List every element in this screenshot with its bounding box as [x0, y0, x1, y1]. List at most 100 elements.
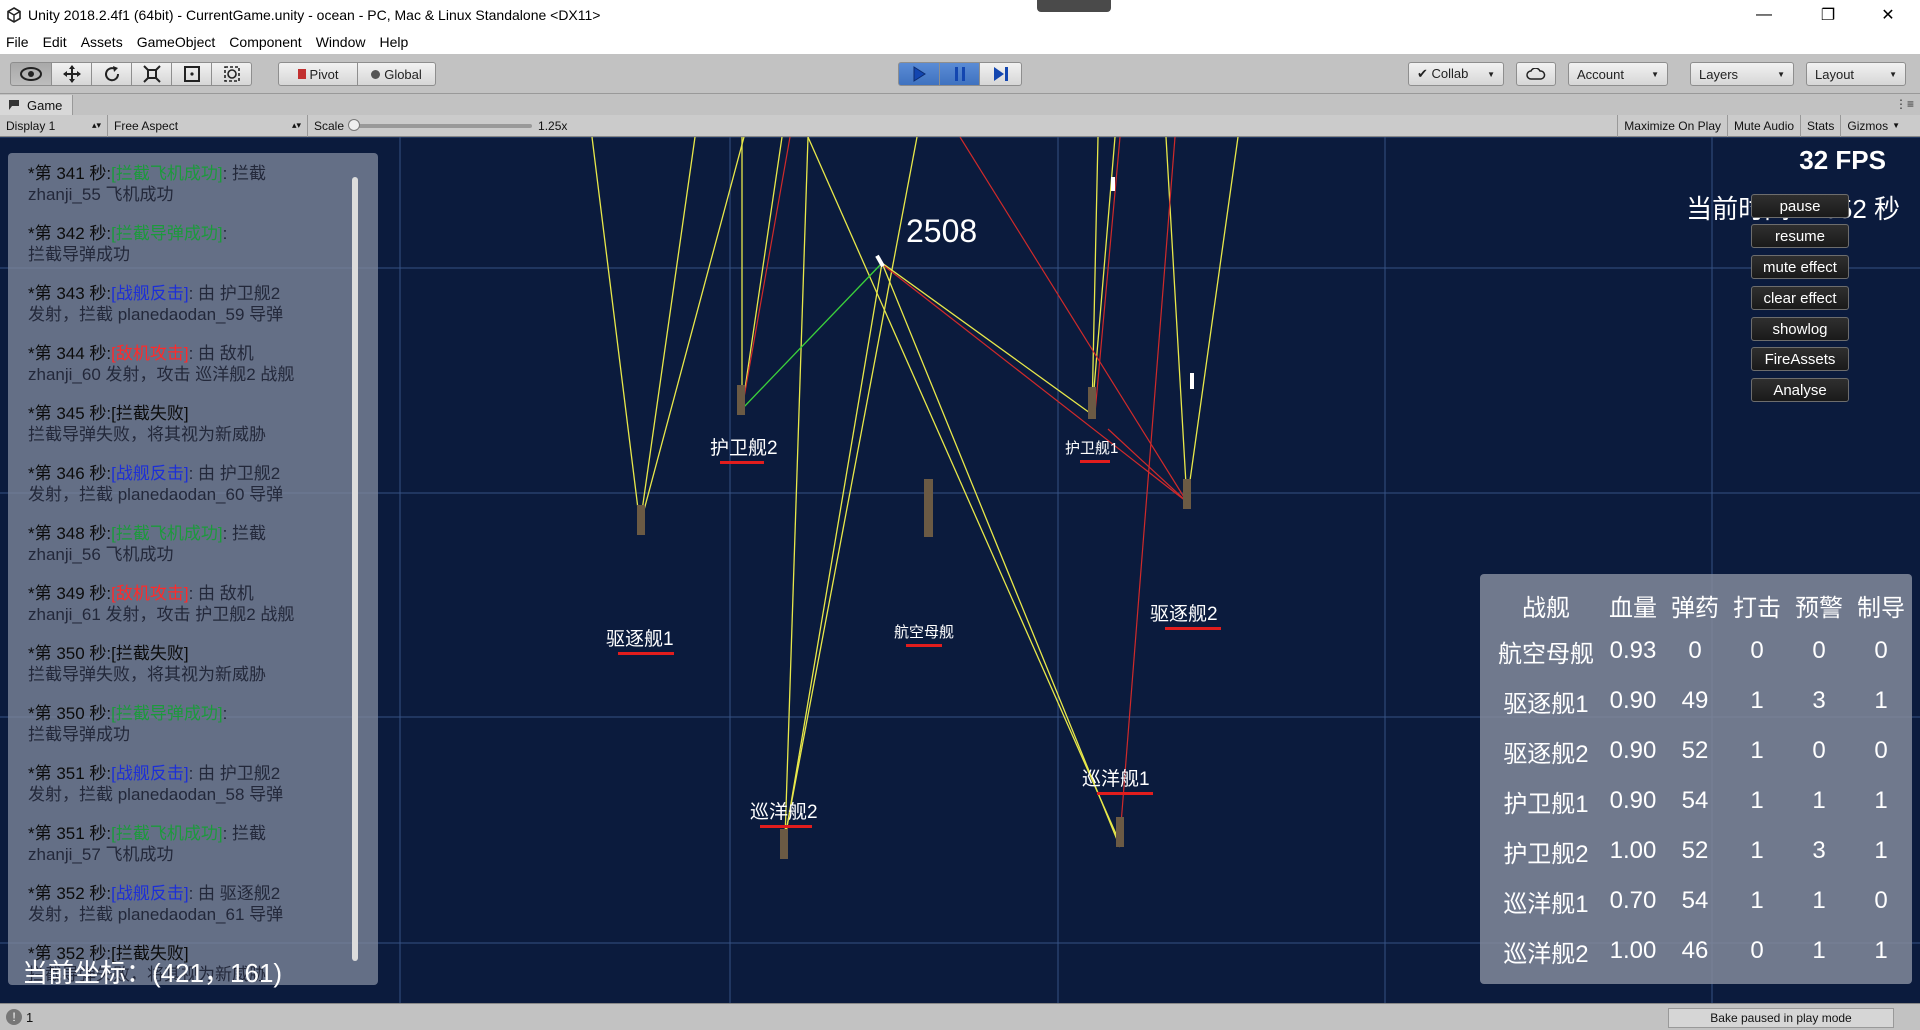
aspect-dropdown[interactable]: Free Aspect ▴▾	[108, 114, 308, 137]
log-entry: *第 350 秒:[拦截失败] 拦截导弹失败，将其视为新威胁	[28, 643, 358, 685]
fireassets-button[interactable]: FireAssets	[1751, 347, 1849, 371]
scale-slider[interactable]	[348, 118, 533, 131]
mute-audio-toggle[interactable]: Mute Audio	[1728, 114, 1802, 137]
stats-toggle[interactable]: Stats	[1801, 114, 1842, 137]
destroyer1-health-bar	[618, 652, 674, 655]
maximize-on-play-toggle[interactable]: Maximize On Play	[1617, 114, 1728, 137]
log-text: : 拦截	[222, 524, 267, 543]
fps-readout: 32 FPS	[1799, 145, 1886, 175]
ship-label-cruiser1: 巡洋舰1	[1082, 769, 1150, 790]
log-entry: *第 348 秒:[拦截飞机成功]: 拦截 zhanji_56 飞机成功	[28, 523, 358, 565]
display-label: Display 1	[6, 118, 56, 133]
log-time: *第 342 秒:	[28, 224, 112, 243]
layers-group: Layers ▼	[1690, 62, 1794, 86]
table-cell: 54	[1681, 887, 1709, 914]
resume-button[interactable]: resume	[1751, 224, 1849, 248]
transform-tools	[10, 62, 252, 86]
ship-label-destroyer2: 驱逐舰2	[1150, 604, 1218, 625]
transform-tool-button[interactable]	[212, 62, 252, 86]
scale-tool-button[interactable]	[132, 62, 172, 86]
pivot-button[interactable]: Pivot	[278, 62, 358, 86]
pause-button[interactable]	[940, 62, 980, 86]
caret-down-icon: ▼	[1892, 121, 1900, 130]
gizmos-dropdown[interactable]: Gizmos ▼	[1841, 115, 1920, 137]
status-bar: ! 1 Bake paused in play mode	[0, 1003, 1920, 1030]
clear-effect-button[interactable]: clear effect	[1751, 286, 1849, 310]
table-cell: 巡洋舰2	[1503, 940, 1589, 968]
table-cell: 0.90	[1609, 787, 1657, 814]
table-cell: 0	[1874, 737, 1888, 764]
log-entry: *第 351 秒:[战舰反击]: 由 护卫舰2 发射，拦截 planedaodan…	[28, 763, 358, 805]
menu-gameobject[interactable]: GameObject	[137, 34, 216, 50]
table-cell: 0.93	[1609, 637, 1657, 664]
step-button[interactable]	[980, 62, 1022, 86]
menu-edit[interactable]: Edit	[43, 34, 67, 50]
collab-dropdown[interactable]: ✔ Collab ▼	[1408, 62, 1504, 86]
log-text: 拦截导弹失败，将其视为新威胁	[28, 425, 266, 444]
log-tag: [战舰反击]	[111, 764, 189, 783]
table-cell: 0.90	[1609, 687, 1657, 714]
view-tool-button[interactable]	[10, 62, 52, 86]
game-view[interactable]: 32 FPS 当前时间： 352 秒 2508 pause resume mut…	[0, 137, 1920, 1003]
minimize-button[interactable]: —	[1736, 0, 1792, 30]
log-entry: *第 343 秒:[战舰反击]: 由 护卫舰2 发射，拦截 planedaodan…	[28, 283, 358, 325]
log-text: : 由 护卫舰2	[188, 764, 281, 783]
pivot-label: Pivot	[309, 66, 339, 82]
tab-menu-icon[interactable]: ⋮≡	[1895, 97, 1914, 111]
scale-icon	[142, 65, 161, 83]
menu-help[interactable]: Help	[379, 34, 408, 50]
pause-game-button[interactable]: pause	[1751, 194, 1849, 218]
event-log-panel[interactable]: *第 341 秒:[拦截飞机成功]: 拦截 zhanji_55 飞机成功 *第 3…	[8, 153, 378, 985]
showlog-button[interactable]: showlog	[1751, 317, 1849, 341]
global-icon	[371, 69, 381, 79]
fleet-status-panel: 战舰 血量 弹药 打击 预警 制导 航空母舰 0.93 0 0 0 0 驱逐舰1 0.90 4…	[1480, 574, 1912, 984]
drag-handle[interactable]	[1037, 0, 1111, 12]
scale-slider-thumb[interactable]	[348, 118, 361, 131]
rotate-tool-button[interactable]	[92, 62, 132, 86]
layout-dropdown[interactable]: Layout ▼	[1806, 62, 1906, 86]
table-cell: 3	[1812, 837, 1826, 864]
log-tag: [拦截飞机成功]	[111, 524, 223, 543]
rect-tool-button[interactable]	[172, 62, 212, 86]
destroyer2-health-bar	[1165, 627, 1221, 630]
log-entry: *第 350 秒:[拦截导弹成功]: 拦截导弹成功	[28, 703, 358, 745]
account-dropdown[interactable]: Account ▼	[1568, 62, 1668, 86]
table-cell: 1	[1812, 887, 1826, 914]
table-cell: 3	[1812, 687, 1826, 714]
table-cell: 1	[1750, 737, 1764, 764]
layers-dropdown[interactable]: Layers ▼	[1690, 62, 1794, 86]
global-button[interactable]: Global	[358, 62, 436, 86]
title-bar: Unity 2018.2.4f1 (64bit) - CurrentGame.u…	[0, 0, 1920, 30]
window-title: Unity 2018.2.4f1 (64bit) - CurrentGame.u…	[28, 7, 601, 23]
log-text: 发射，拦截 planedaodan_61 导弹	[28, 905, 284, 924]
log-entry: *第 345 秒:[拦截失败] 拦截导弹失败，将其视为新威胁	[28, 403, 358, 445]
tab-game[interactable]: Game	[0, 95, 74, 115]
cloud-button[interactable]	[1516, 62, 1556, 86]
move-icon	[62, 65, 81, 83]
info-icon[interactable]: !	[6, 1009, 22, 1025]
log-entry: *第 352 秒:[战舰反击]: 由 驱逐舰2 发射，拦截 planedaodan…	[28, 883, 358, 925]
log-tag: [拦截失败]	[111, 644, 189, 663]
analyse-button[interactable]: Analyse	[1751, 378, 1849, 402]
restore-button[interactable]: ❐	[1800, 0, 1856, 30]
mute-effect-button[interactable]: mute effect	[1751, 255, 1849, 279]
menu-component[interactable]: Component	[229, 34, 301, 50]
table-cell: 52	[1681, 737, 1709, 764]
menu-assets[interactable]: Assets	[81, 34, 123, 50]
log-tag: [拦截飞机成功]	[111, 824, 223, 843]
menu-file[interactable]: File	[6, 34, 29, 50]
console-count: 1	[26, 1009, 34, 1025]
escort1-hull	[1088, 387, 1096, 419]
log-time: *第 345 秒:	[28, 404, 112, 423]
log-time: *第 351 秒:	[28, 764, 112, 783]
close-button[interactable]: ✕	[1860, 0, 1916, 30]
play-button[interactable]	[898, 62, 940, 86]
escort2-health-bar	[720, 461, 764, 464]
move-tool-button[interactable]	[52, 62, 92, 86]
log-scrollbar[interactable]	[352, 177, 358, 961]
menu-window[interactable]: Window	[316, 34, 366, 50]
display-dropdown[interactable]: Display 1 ▴▾	[0, 114, 108, 137]
table-cell: 0	[1812, 737, 1826, 764]
bake-status: Bake paused in play mode	[1668, 1008, 1894, 1028]
account-label: Account	[1577, 66, 1624, 82]
